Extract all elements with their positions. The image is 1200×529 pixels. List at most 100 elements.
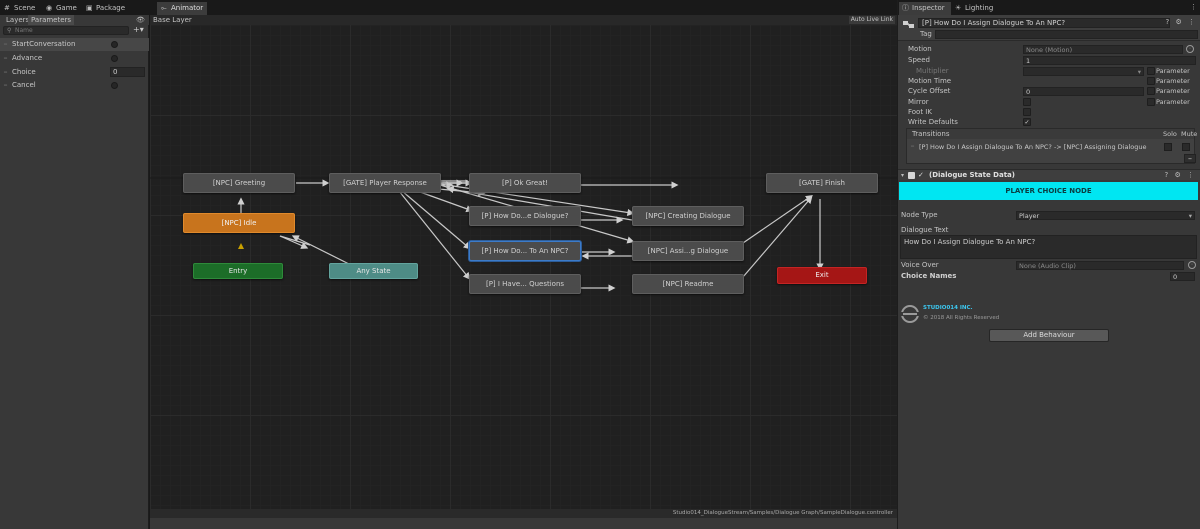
choice-names-count[interactable]: 0 bbox=[1170, 272, 1195, 281]
animator-graph[interactable]: [NPC] Greeting [NPC] Idle Entry Any Stat… bbox=[150, 15, 897, 529]
state-p-how-do-npc[interactable]: [P] How Do... To An NPC? bbox=[469, 241, 581, 261]
trigger-toggle[interactable] bbox=[111, 41, 118, 48]
script-icon bbox=[908, 172, 915, 179]
trigger-toggle[interactable] bbox=[111, 55, 118, 62]
hash-icon: # bbox=[4, 4, 10, 12]
add-parameter-button[interactable]: +▾ bbox=[133, 26, 146, 35]
more-icon[interactable]: ⋮ bbox=[1187, 171, 1196, 179]
help-icon[interactable]: ? bbox=[1165, 171, 1171, 179]
voice-over-field[interactable]: None (Audio Clip) bbox=[1016, 261, 1184, 270]
mirror-checkbox[interactable] bbox=[1023, 98, 1031, 106]
int-value-field[interactable]: 0 bbox=[110, 67, 145, 77]
tab-lighting-label: Lighting bbox=[965, 4, 994, 12]
parameter-row[interactable]: ═ StartConversation bbox=[0, 38, 149, 51]
eye-icon[interactable]: 👁 bbox=[136, 15, 145, 25]
motion-time-row: Motion Time Parameter bbox=[898, 76, 1200, 86]
parameter-search-input[interactable]: ⚲ Name bbox=[3, 26, 129, 35]
layer-breadcrumb[interactable]: Base Layer bbox=[153, 15, 192, 25]
mirror-row: Mirror Parameter bbox=[898, 97, 1200, 107]
state-npc-creating-dialogue[interactable]: [NPC] Creating Dialogue bbox=[632, 206, 744, 226]
state-name-field[interactable]: [P] How Do I Assign Dialogue To An NPC? bbox=[918, 18, 1170, 28]
parameter-label: Parameter bbox=[1156, 67, 1190, 75]
foot-ik-checkbox[interactable] bbox=[1023, 108, 1031, 116]
dialogue-text-area[interactable]: How Do I Assign Dialogue To An NPC? bbox=[900, 235, 1197, 259]
state-npc-greeting[interactable]: [NPC] Greeting bbox=[183, 173, 295, 193]
node-type-label: Node Type bbox=[901, 211, 938, 219]
parameter-label: Parameter bbox=[1156, 87, 1190, 95]
state-entry[interactable]: Entry bbox=[193, 263, 283, 279]
state-gate-finish[interactable]: [GATE] Finish bbox=[766, 173, 878, 193]
chevron-down-icon: ▾ bbox=[1137, 68, 1141, 76]
write-defaults-checkbox[interactable]: ✓ bbox=[1023, 118, 1031, 126]
multiplier-dropdown[interactable]: ▾ bbox=[1023, 67, 1144, 76]
trigger-toggle[interactable] bbox=[111, 82, 118, 89]
mute-checkbox[interactable] bbox=[1182, 143, 1190, 151]
tab-lighting[interactable]: ☀ Lighting bbox=[952, 2, 1002, 15]
state-gate-player-response[interactable]: [GATE] Player Response bbox=[329, 173, 441, 193]
dialogue-state-data-header[interactable]: ▾ ✓ (Dialogue State Data) ? ⚙ ⋮ bbox=[898, 169, 1200, 180]
drag-handle-icon[interactable]: ═ bbox=[4, 42, 7, 48]
motion-time-parameter-checkbox[interactable] bbox=[1147, 77, 1155, 85]
cycle-offset-field[interactable]: 0 bbox=[1023, 87, 1144, 96]
settings-icon[interactable]: ⚙ bbox=[1175, 18, 1183, 26]
parameter-label: Parameter bbox=[1156, 77, 1190, 85]
object-picker-icon[interactable]: ◦ bbox=[1188, 261, 1196, 269]
drag-handle-icon[interactable]: ═ bbox=[911, 142, 914, 152]
graph-breadcrumb-bar: Base Layer Auto Live Link bbox=[150, 15, 897, 25]
state-p-how-do-dialogue[interactable]: [P] How Do...e Dialogue? bbox=[469, 206, 581, 226]
help-icon[interactable]: ? bbox=[1166, 18, 1172, 26]
mute-header: Mute bbox=[1181, 130, 1198, 138]
player-choice-banner: PLAYER CHOICE NODE bbox=[899, 182, 1198, 200]
state-p-i-have-questions[interactable]: [P] I Have... Questions bbox=[469, 274, 581, 294]
object-picker-icon[interactable]: ◦ bbox=[1186, 45, 1194, 53]
state-p-ok-great[interactable]: [P] Ok Great! bbox=[469, 173, 581, 193]
foot-ik-label: Foot IK bbox=[908, 108, 932, 116]
component-title: (Dialogue State Data) bbox=[929, 171, 1015, 179]
tab-inspector[interactable]: ⓘ Inspector bbox=[899, 2, 951, 15]
write-defaults-label: Write Defaults bbox=[908, 118, 958, 126]
state-any-state[interactable]: Any State bbox=[329, 263, 418, 279]
motion-field[interactable]: None (Motion) bbox=[1023, 45, 1183, 54]
transition-row[interactable]: ═ [P] How Do I Assign Dialogue To An NPC… bbox=[907, 142, 1194, 152]
state-exit[interactable]: Exit bbox=[777, 267, 867, 284]
node-type-dropdown[interactable]: Player ▾ bbox=[1016, 211, 1195, 220]
choice-names-row[interactable]: Choice Names 0 bbox=[898, 271, 1200, 281]
tag-field[interactable] bbox=[935, 30, 1198, 39]
multiplier-label: Multiplier bbox=[916, 67, 949, 75]
state-npc-idle[interactable]: [NPC] Idle bbox=[183, 213, 295, 233]
menu-icon[interactable]: ⋮ bbox=[1190, 3, 1197, 11]
parameter-name: Choice bbox=[12, 68, 36, 76]
drag-handle-icon[interactable]: ═ bbox=[4, 83, 7, 89]
parameter-row[interactable]: ═ Cancel bbox=[0, 79, 149, 92]
solo-checkbox[interactable] bbox=[1164, 143, 1172, 151]
auto-live-link-button[interactable]: Auto Live Link bbox=[848, 16, 895, 24]
parameter-name: Cancel bbox=[12, 81, 36, 89]
state-npc-assigning-dialogue[interactable]: [NPC] Assi...g Dialogue bbox=[632, 241, 744, 261]
speed-label: Speed bbox=[908, 56, 930, 64]
parameter-row[interactable]: ═ Advance bbox=[0, 52, 149, 65]
tab-parameters[interactable]: Parameters bbox=[28, 15, 75, 25]
tab-package-manager[interactable]: ▣ Package Manager bbox=[82, 2, 152, 25]
drag-handle-icon[interactable]: ═ bbox=[4, 70, 7, 76]
foldout-icon[interactable]: ▾ bbox=[901, 170, 904, 181]
mirror-parameter-checkbox[interactable] bbox=[1147, 98, 1155, 106]
remove-transition-button[interactable]: – bbox=[1184, 154, 1196, 163]
tab-game[interactable]: ◉ Game bbox=[42, 2, 82, 15]
add-behaviour-button[interactable]: Add Behaviour bbox=[989, 329, 1109, 342]
tab-animator-label: Animator bbox=[171, 4, 204, 12]
speed-row: Speed 1 bbox=[898, 55, 1200, 65]
state-npc-readme[interactable]: [NPC] Readme bbox=[632, 274, 744, 294]
cycle-offset-parameter-checkbox[interactable] bbox=[1147, 87, 1155, 95]
dialogue-text-label-row: Dialogue Text bbox=[898, 225, 1200, 235]
foot-ik-row: Foot IK bbox=[898, 107, 1200, 117]
drag-handle-icon[interactable]: ═ bbox=[4, 56, 7, 62]
more-icon[interactable]: ⋮ bbox=[1188, 18, 1197, 26]
tab-animator[interactable]: ⟜ Animator bbox=[157, 2, 207, 15]
component-enabled-checkbox[interactable]: ✓ bbox=[918, 170, 924, 181]
speed-field[interactable]: 1 bbox=[1023, 56, 1196, 65]
parameter-row[interactable]: ═ Choice 0 bbox=[0, 66, 149, 79]
multiplier-parameter-checkbox[interactable] bbox=[1147, 67, 1155, 75]
tab-scene[interactable]: # Scene bbox=[0, 2, 40, 15]
settings-icon[interactable]: ⚙ bbox=[1174, 171, 1182, 179]
voice-over-label: Voice Over bbox=[901, 261, 939, 269]
